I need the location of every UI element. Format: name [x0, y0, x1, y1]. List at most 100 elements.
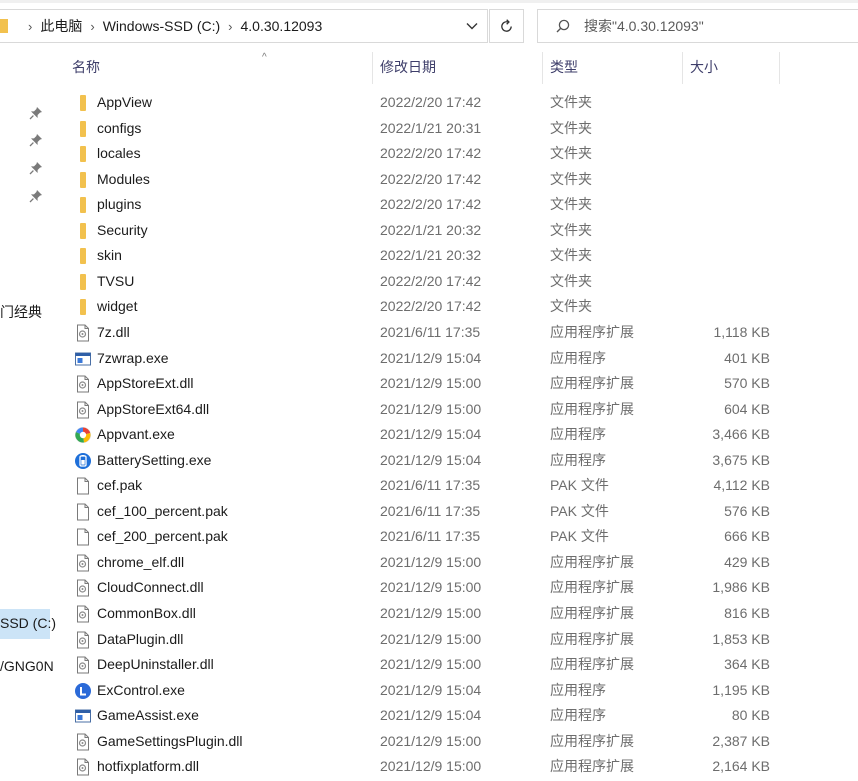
file-name: CommonBox.dll: [97, 605, 196, 621]
file-size: 364 KB: [724, 656, 770, 673]
column-divider[interactable]: [372, 52, 373, 84]
file-size: 666 KB: [724, 528, 770, 545]
column-header-name[interactable]: 名称: [72, 48, 100, 86]
file-row[interactable]: chrome_elf.dll 2021/12/9 15:00 应用程序扩展 429 K…: [50, 550, 858, 575]
file-name: hotfixplatform.dll: [97, 758, 199, 775]
folder-icon: [74, 247, 92, 265]
appvant-icon: [74, 426, 92, 444]
file-name: 7zwrap.exe: [97, 349, 169, 366]
file-size: [670, 243, 770, 268]
column-divider[interactable]: [542, 52, 543, 84]
file-row[interactable]: CloudConnect.dll 2021/12/9 15:00 应用程序扩展 1,9…: [50, 575, 858, 600]
file-row[interactable]: cef.pak 2021/6/11 17:35 PAK 文件 4,112 KB: [50, 473, 858, 498]
dll-icon: [74, 324, 92, 342]
file-name: widget: [97, 298, 138, 315]
folder-icon: [74, 145, 92, 163]
file-size: 576 KB: [724, 502, 770, 519]
file-icon: [74, 503, 92, 521]
nav-item-selected-drive[interactable]: SSD (C:): [0, 609, 56, 639]
nav-item-network-pc[interactable]: /GNG0N: [0, 658, 54, 674]
file-row[interactable]: Modules 2022/2/20 17:42 文件夹: [50, 167, 858, 192]
file-row[interactable]: DataPlugin.dll 2021/12/9 15:00 应用程序扩展 1,853…: [50, 627, 858, 652]
pin-icon[interactable]: [29, 161, 43, 175]
nav-item-quick-access[interactable]: 门经典: [0, 302, 42, 322]
column-header-type[interactable]: 类型: [550, 48, 578, 86]
column-divider[interactable]: [682, 52, 683, 84]
file-size: [670, 116, 770, 141]
file-row[interactable]: Security 2022/1/21 20:32 文件夹: [50, 218, 858, 243]
column-header-row: ^ 名称 修改日期 类型 大小: [50, 48, 858, 90]
battery-icon: [74, 452, 92, 470]
file-date: 2022/1/21 20:31: [380, 119, 482, 136]
column-header-date[interactable]: 修改日期: [380, 48, 436, 86]
search-box[interactable]: [537, 9, 858, 43]
file-name: DataPlugin.dll: [97, 630, 184, 647]
file-date: 2021/12/9 15:00: [380, 758, 482, 775]
file-icon: [74, 477, 92, 495]
file-row[interactable]: plugins 2022/2/20 17:42 文件夹: [50, 192, 858, 217]
file-type: PAK 文件: [550, 528, 609, 545]
breadcrumb-item-this-pc[interactable]: 此电脑: [40, 16, 82, 36]
file-name: CloudConnect.dll: [97, 579, 204, 596]
file-size: 1,118 KB: [713, 323, 770, 340]
file-date: 2022/1/21 20:32: [380, 247, 482, 264]
pin-icon[interactable]: [29, 133, 43, 147]
address-history-dropdown[interactable]: [456, 9, 488, 43]
file-row[interactable]: configs 2022/1/21 20:31 文件夹: [50, 116, 858, 141]
file-type: 文件夹: [550, 221, 592, 238]
file-date: 2021/6/11 17:35: [380, 528, 481, 545]
file-row[interactable]: ExControl.exe 2021/12/9 15:04 应用程序 1,195 KB: [50, 678, 858, 703]
file-type: 应用程序扩展: [550, 553, 634, 570]
file-date: 2022/2/20 17:42: [380, 298, 482, 315]
pin-icon[interactable]: [29, 106, 43, 120]
file-row[interactable]: skin 2022/1/21 20:32 文件夹: [50, 243, 858, 268]
file-type: 应用程序扩展: [550, 323, 634, 340]
file-row[interactable]: 7zwrap.exe 2021/12/9 15:04 应用程序 401 KB: [50, 346, 858, 371]
file-row[interactable]: DeepUninstaller.dll 2021/12/9 15:00 应用程序扩展…: [50, 652, 858, 677]
file-row[interactable]: cef_200_percent.pak 2021/6/11 17:35 PAK 文件…: [50, 524, 858, 549]
file-type: 文件夹: [550, 119, 592, 136]
search-icon: [556, 19, 570, 33]
file-row[interactable]: hotfixplatform.dll 2021/12/9 15:00 应用程序扩展 2…: [50, 754, 858, 779]
pin-icon[interactable]: [29, 189, 43, 203]
file-row[interactable]: cef_100_percent.pak 2021/6/11 17:35 PAK 文件…: [50, 499, 858, 524]
file-name: GameAssist.exe: [97, 707, 199, 724]
file-type: 应用程序扩展: [550, 732, 634, 749]
file-row[interactable]: widget 2022/2/20 17:42 文件夹: [50, 294, 858, 319]
file-row[interactable]: BatterySetting.exe 2021/12/9 15:04 应用程序 3,6…: [50, 448, 858, 473]
dll-icon: [74, 401, 92, 419]
file-name: locales: [97, 145, 141, 162]
file-date: 2021/12/9 15:00: [380, 605, 482, 621]
dll-icon: [74, 656, 92, 674]
navigation-pane: 门经典 SSD (C:) /GNG0N: [0, 48, 56, 778]
file-type: 文件夹: [550, 298, 592, 315]
file-name: AppView: [97, 94, 153, 110]
file-name: cef_200_percent.pak: [97, 528, 228, 545]
file-row[interactable]: 7z.dll 2021/6/11 17:35 应用程序扩展 1,118 KB: [50, 320, 858, 345]
dll-icon: [74, 605, 92, 623]
file-type: 应用程序扩展: [550, 579, 634, 596]
breadcrumb-item-drive[interactable]: Windows-SSD (C:): [103, 18, 220, 34]
file-row[interactable]: GameAssist.exe 2021/12/9 15:04 应用程序 80 KB: [50, 703, 858, 728]
file-row[interactable]: AppView 2022/2/20 17:42 文件夹: [50, 90, 858, 115]
column-header-size[interactable]: 大小: [690, 48, 718, 86]
chevron-right-icon: ›: [90, 18, 95, 34]
search-input[interactable]: [584, 18, 844, 34]
file-size: [670, 167, 770, 192]
chevron-right-icon: ›: [28, 18, 33, 34]
refresh-button[interactable]: [489, 9, 524, 43]
file-row[interactable]: CommonBox.dll 2021/12/9 15:00 应用程序扩展 816 KB: [50, 601, 858, 626]
breadcrumb-item-folder[interactable]: 4.0.30.12093: [241, 18, 323, 34]
file-size: 1,853 KB: [712, 630, 770, 647]
address-bar[interactable]: › 此电脑 › Windows-SSD (C:) › 4.0.30.12093: [0, 9, 488, 43]
dll-icon: [74, 631, 92, 649]
file-size: 3,675 KB: [712, 451, 770, 468]
column-divider[interactable]: [779, 52, 780, 84]
file-row[interactable]: Appvant.exe 2021/12/9 15:04 应用程序 3,466 KB: [50, 422, 858, 447]
file-row[interactable]: TVSU 2022/2/20 17:42 文件夹: [50, 269, 858, 294]
file-row[interactable]: AppStoreExt64.dll 2021/12/9 15:00 应用程序扩展 60…: [50, 397, 858, 422]
file-row[interactable]: locales 2022/2/20 17:42 文件夹: [50, 141, 858, 166]
file-type: 应用程序扩展: [550, 375, 634, 392]
file-row[interactable]: AppStoreExt.dll 2021/12/9 15:00 应用程序扩展 570 …: [50, 371, 858, 396]
file-row[interactable]: GameSettingsPlugin.dll 2021/12/9 15:00 应用程…: [50, 729, 858, 754]
